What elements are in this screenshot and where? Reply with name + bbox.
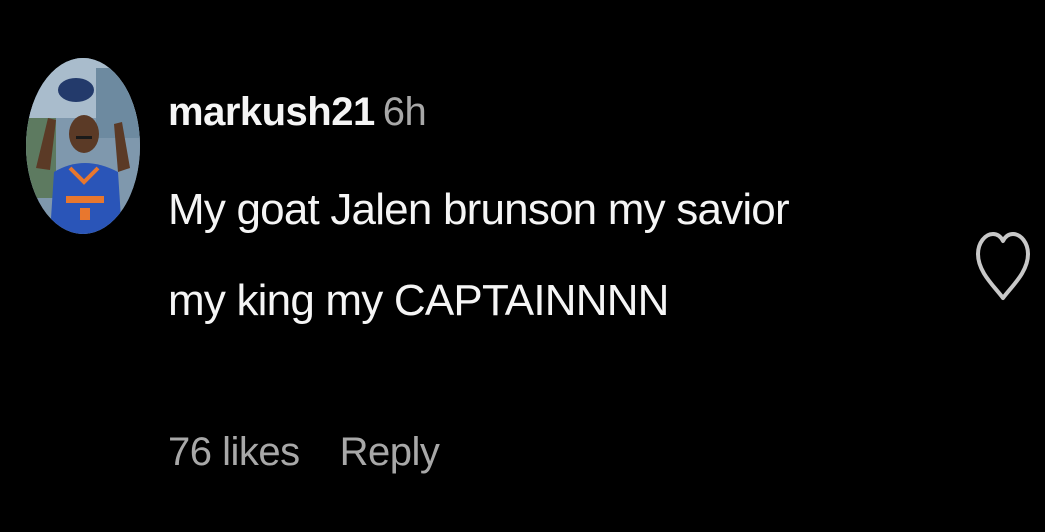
likes-count-link[interactable]: 76 likes bbox=[168, 430, 300, 474]
comment-timestamp: 6h bbox=[382, 90, 427, 134]
reply-button[interactable]: Reply bbox=[340, 430, 440, 474]
like-button[interactable] bbox=[974, 226, 1032, 304]
heart-outline-icon bbox=[976, 232, 1030, 300]
comment-header: markush21 6h bbox=[168, 84, 427, 140]
comment-text: My goat Jalen brunson my savior my king … bbox=[168, 164, 928, 346]
comment-item: markush21 6h My goat Jalen brunson my sav… bbox=[0, 0, 1045, 532]
comment-text-line: my king my CAPTAINNNN bbox=[168, 276, 669, 325]
avatar[interactable] bbox=[26, 58, 140, 234]
comment-text-line: My goat Jalen brunson my savior bbox=[168, 185, 790, 234]
comment-actions: 76 likes Reply bbox=[168, 424, 440, 480]
profile-photo bbox=[26, 58, 140, 234]
username-link[interactable]: markush21 bbox=[168, 90, 375, 134]
